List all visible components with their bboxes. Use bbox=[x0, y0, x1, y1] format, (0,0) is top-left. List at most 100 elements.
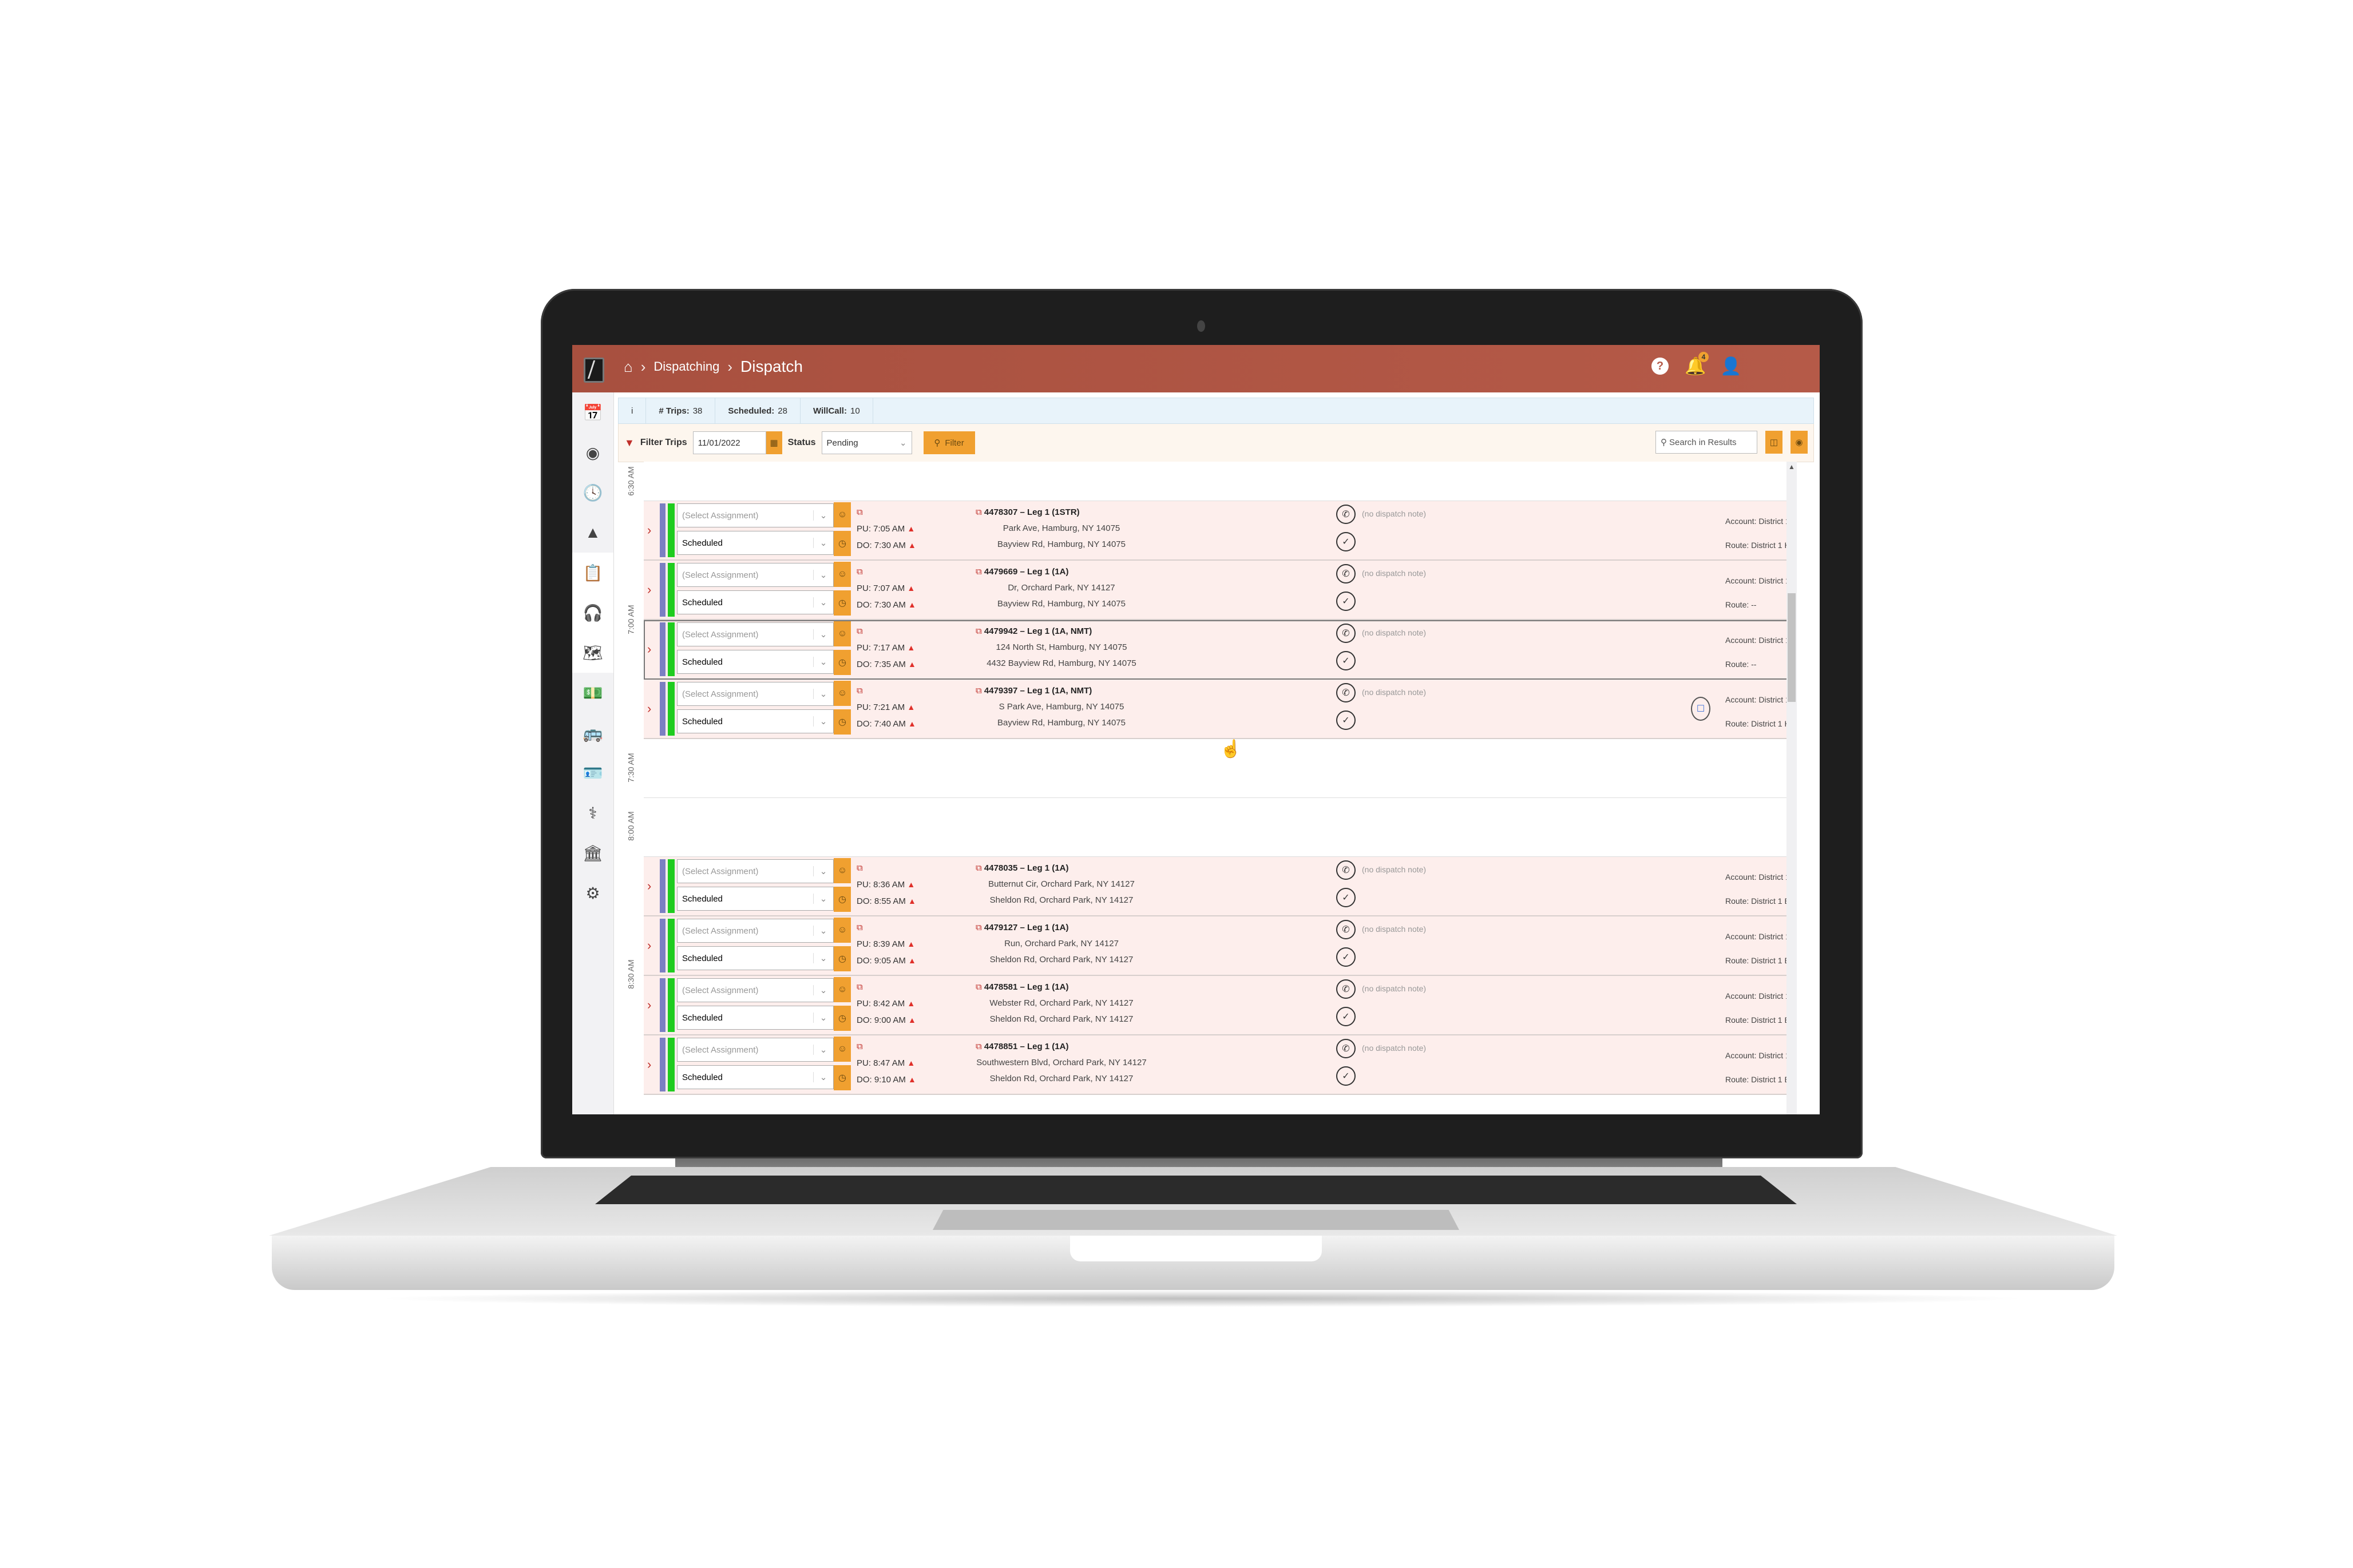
dispatch-note[interactable]: (no dispatch note) bbox=[1362, 924, 1426, 934]
phone-icon[interactable]: ✆ bbox=[1336, 505, 1356, 524]
assignment-select[interactable]: (Select Assignment) ⌄ bbox=[677, 563, 834, 587]
status-select[interactable]: Scheduled ⌄ bbox=[677, 946, 834, 970]
clock-settings-button[interactable]: ◉ bbox=[1791, 431, 1808, 454]
copy-icon[interactable]: ⧉ bbox=[857, 863, 863, 873]
sidebar-item-dispatch[interactable]: 📅 bbox=[572, 392, 613, 432]
date-input[interactable]: 11/01/2022 bbox=[692, 431, 766, 454]
scrollbar[interactable]: ▲ bbox=[1786, 462, 1797, 1114]
trip-id[interactable]: 4478307 – Leg 1 (1STR) bbox=[984, 507, 1080, 517]
trip-id[interactable]: 4478581 – Leg 1 (1A) bbox=[984, 982, 1069, 992]
sidebar-item-vehicles[interactable]: 🚌 bbox=[572, 713, 613, 753]
status-select[interactable]: Scheduled ⌄ bbox=[677, 1065, 834, 1089]
copy-icon[interactable]: ⧉ bbox=[976, 507, 982, 517]
sidebar-item-trips[interactable]: ▲ bbox=[572, 513, 613, 553]
phone-icon[interactable]: ✆ bbox=[1336, 564, 1356, 583]
time-button[interactable]: ◷ bbox=[834, 590, 851, 616]
assign-driver-button[interactable]: ☺ bbox=[834, 562, 851, 587]
columns-button[interactable]: ◫ bbox=[1765, 431, 1782, 454]
trip-row[interactable]: › (Select Assignment) ⌄ ☺ Scheduled ⌄ ◷ ⧉ … bbox=[644, 976, 1797, 1035]
assignment-select[interactable]: (Select Assignment) ⌄ bbox=[677, 622, 834, 646]
user-icon[interactable]: 👤 bbox=[1720, 357, 1741, 376]
phone-icon[interactable]: ✆ bbox=[1336, 920, 1356, 939]
sidebar-item-history[interactable]: 🕓 bbox=[572, 473, 613, 513]
copy-icon[interactable]: ⧉ bbox=[976, 982, 982, 992]
trip-row[interactable]: › (Select Assignment) ⌄ ☺ Scheduled ⌄ ◷ ⧉ … bbox=[644, 916, 1797, 976]
copy-icon[interactable]: ⧉ bbox=[976, 863, 982, 873]
assignment-select[interactable]: (Select Assignment) ⌄ bbox=[677, 503, 834, 527]
time-button[interactable]: ◷ bbox=[834, 1006, 851, 1031]
copy-icon[interactable]: ⧉ bbox=[857, 507, 863, 517]
assignment-select[interactable]: (Select Assignment) ⌄ bbox=[677, 978, 834, 1002]
dispatch-note[interactable]: (no dispatch note) bbox=[1362, 688, 1426, 697]
breadcrumb-dispatching[interactable]: Dispatching bbox=[653, 359, 719, 374]
trip-row[interactable]: › (Select Assignment) ⌄ ☺ Scheduled ⌄ ◷ ⧉ … bbox=[644, 501, 1797, 561]
dispatch-note[interactable]: (no dispatch note) bbox=[1362, 628, 1426, 637]
status-select[interactable]: Scheduled ⌄ bbox=[677, 531, 834, 555]
copy-icon[interactable]: ⧉ bbox=[976, 567, 982, 577]
time-button[interactable]: ◷ bbox=[834, 650, 851, 675]
trip-row[interactable]: › (Select Assignment) ⌄ ☺ Scheduled ⌄ ◷ ⧉ … bbox=[644, 680, 1797, 739]
copy-icon[interactable]: ⧉ bbox=[976, 923, 982, 932]
status-select[interactable]: Scheduled ⌄ bbox=[677, 1006, 834, 1030]
calendar-button[interactable]: ▦ bbox=[766, 431, 782, 454]
home-icon[interactable]: ⌂ bbox=[624, 358, 633, 376]
trip-id[interactable]: 4479942 – Leg 1 (1A, NMT) bbox=[984, 626, 1092, 636]
help-icon[interactable]: ? bbox=[1651, 358, 1669, 375]
expand-chevron-icon[interactable]: › bbox=[647, 1057, 651, 1072]
expand-chevron-icon[interactable]: › bbox=[647, 998, 651, 1013]
sidebar-item-map[interactable]: 🗺 bbox=[572, 633, 613, 673]
sidebar-item-settings[interactable]: ⚙ bbox=[572, 873, 613, 913]
sidebar-item-medical[interactable]: ⚕ bbox=[572, 793, 613, 833]
dispatch-note[interactable]: (no dispatch note) bbox=[1362, 509, 1426, 518]
copy-icon[interactable]: ⧉ bbox=[976, 686, 982, 696]
trip-id[interactable]: 4478851 – Leg 1 (1A) bbox=[984, 1042, 1069, 1051]
check-icon[interactable]: ✓ bbox=[1336, 710, 1356, 730]
copy-icon[interactable]: ⧉ bbox=[857, 923, 863, 932]
expand-chevron-icon[interactable]: › bbox=[647, 582, 651, 597]
scroll-up-icon[interactable]: ▲ bbox=[1788, 463, 1795, 471]
search-results-input[interactable]: ⚲ Search in Results bbox=[1655, 431, 1757, 454]
info-icon[interactable]: i bbox=[619, 398, 647, 423]
copy-icon[interactable]: ⧉ bbox=[857, 982, 863, 992]
copy-icon[interactable]: ⧉ bbox=[857, 686, 863, 696]
bell-icon[interactable]: 🔔 4 bbox=[1685, 352, 1709, 376]
app-logo[interactable] bbox=[584, 358, 604, 383]
dispatch-note[interactable]: (no dispatch note) bbox=[1362, 569, 1426, 578]
check-icon[interactable]: ✓ bbox=[1336, 592, 1356, 611]
assignment-select[interactable]: (Select Assignment) ⌄ bbox=[677, 859, 834, 883]
check-icon[interactable]: ✓ bbox=[1336, 947, 1356, 967]
sidebar-item-orders[interactable]: 📋 bbox=[572, 553, 613, 593]
time-button[interactable]: ◷ bbox=[834, 1065, 851, 1090]
assignment-select[interactable]: (Select Assignment) ⌄ bbox=[677, 1038, 834, 1062]
expand-chevron-icon[interactable]: › bbox=[647, 523, 651, 538]
note-icon[interactable]: ☐ bbox=[1691, 697, 1710, 721]
trip-row[interactable]: › (Select Assignment) ⌄ ☺ Scheduled ⌄ ◷ ⧉ … bbox=[644, 561, 1797, 620]
expand-chevron-icon[interactable]: › bbox=[647, 938, 651, 953]
assign-driver-button[interactable]: ☺ bbox=[834, 681, 851, 706]
assign-driver-button[interactable]: ☺ bbox=[834, 858, 851, 883]
check-icon[interactable]: ✓ bbox=[1336, 651, 1356, 670]
sidebar-item-support[interactable]: 🎧 bbox=[572, 593, 613, 633]
filter-button[interactable]: ⚲ Filter bbox=[923, 431, 975, 454]
phone-icon[interactable]: ✆ bbox=[1336, 624, 1356, 643]
time-button[interactable]: ◷ bbox=[834, 531, 851, 556]
dispatch-note[interactable]: (no dispatch note) bbox=[1362, 1043, 1426, 1053]
time-button[interactable]: ◷ bbox=[834, 709, 851, 735]
status-select[interactable]: Scheduled ⌄ bbox=[677, 590, 834, 614]
status-select[interactable]: Pending ⌄ bbox=[821, 431, 912, 454]
status-select[interactable]: Scheduled ⌄ bbox=[677, 709, 834, 733]
assign-driver-button[interactable]: ☺ bbox=[834, 918, 851, 943]
check-icon[interactable]: ✓ bbox=[1336, 1007, 1356, 1026]
assign-driver-button[interactable]: ☺ bbox=[834, 621, 851, 646]
time-button[interactable]: ◷ bbox=[834, 887, 851, 912]
trip-id[interactable]: 4479397 – Leg 1 (1A, NMT) bbox=[984, 686, 1092, 696]
scrollbar-thumb[interactable] bbox=[1788, 593, 1796, 702]
sidebar-item-billing[interactable]: 💵 bbox=[572, 673, 613, 713]
sidebar-item-clients[interactable]: ◉ bbox=[572, 432, 613, 473]
phone-icon[interactable]: ✆ bbox=[1336, 1039, 1356, 1058]
phone-icon[interactable]: ✆ bbox=[1336, 683, 1356, 702]
assignment-select[interactable]: (Select Assignment) ⌄ bbox=[677, 682, 834, 706]
sidebar-item-drivers[interactable]: 🪪 bbox=[572, 753, 613, 793]
copy-icon[interactable]: ⧉ bbox=[857, 1042, 863, 1051]
check-icon[interactable]: ✓ bbox=[1336, 532, 1356, 551]
